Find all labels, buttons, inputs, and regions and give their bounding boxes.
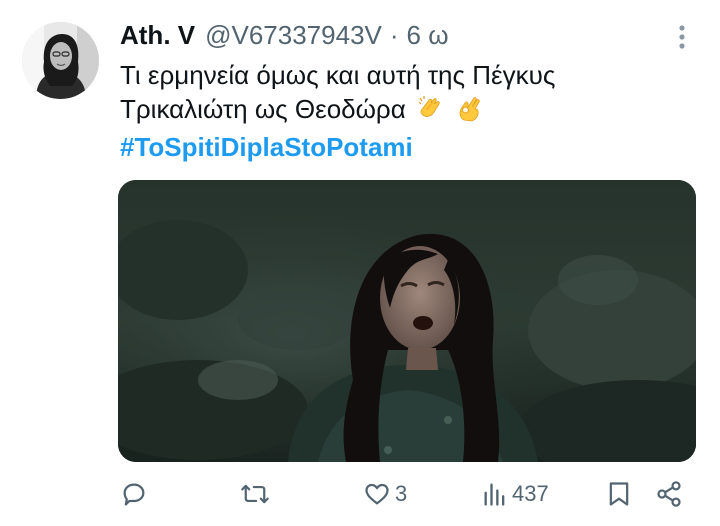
like-button[interactable]: 3: [363, 476, 407, 512]
reply-icon: [123, 483, 145, 506]
ok-hand-emoji: [456, 94, 484, 130]
tweet-header: Ath. V @V67337943V · 6 ω: [120, 18, 449, 52]
reply-button[interactable]: [120, 476, 152, 512]
author-name[interactable]: Ath. V: [120, 20, 195, 51]
more-button[interactable]: [670, 22, 694, 52]
action-bar: 3 437: [0, 476, 720, 512]
author-handle[interactable]: @V67337943V: [205, 20, 382, 51]
avatar[interactable]: [22, 22, 99, 99]
tweet-text-line-2: Τρικαλιώτη ως Θεοδώρα: [120, 94, 406, 124]
tweet-text: Τι ερμηνεία όμως και αυτή της Πέγκυς Τρι…: [120, 58, 700, 164]
clapping-hands-emoji: [417, 94, 445, 130]
timestamp[interactable]: 6 ω: [407, 20, 449, 51]
tweet-text-line-2-wrap: Τρικαλιώτη ως Θεοδώρα: [120, 92, 700, 130]
views-icon: [484, 483, 505, 506]
tweet: Ath. V @V67337943V · 6 ω Τι ερμηνεία όμω…: [0, 0, 720, 526]
tweet-text-line-1: Τι ερμηνεία όμως και αυτή της Πέγκυς: [120, 60, 556, 90]
bookmark-button[interactable]: [606, 476, 632, 512]
tweet-image: [118, 180, 696, 462]
views-button[interactable]: 437: [482, 476, 549, 512]
retweet-icon: [241, 484, 269, 504]
separator-dot: ·: [389, 19, 399, 50]
share-icon: [657, 481, 681, 507]
share-button[interactable]: [655, 476, 683, 512]
tweet-media[interactable]: [118, 180, 696, 462]
heart-icon: [365, 483, 389, 505]
like-count: 3: [395, 481, 408, 506]
views-count: 437: [512, 481, 549, 506]
more-vertical-icon: [679, 25, 685, 49]
hashtag-line: #ToSpitiDiplaStoPotami: [120, 130, 700, 164]
hashtag-link[interactable]: #ToSpitiDiplaStoPotami: [120, 132, 413, 162]
avatar-image: [22, 22, 99, 99]
bookmark-icon: [609, 482, 629, 506]
retweet-button[interactable]: [240, 476, 274, 512]
